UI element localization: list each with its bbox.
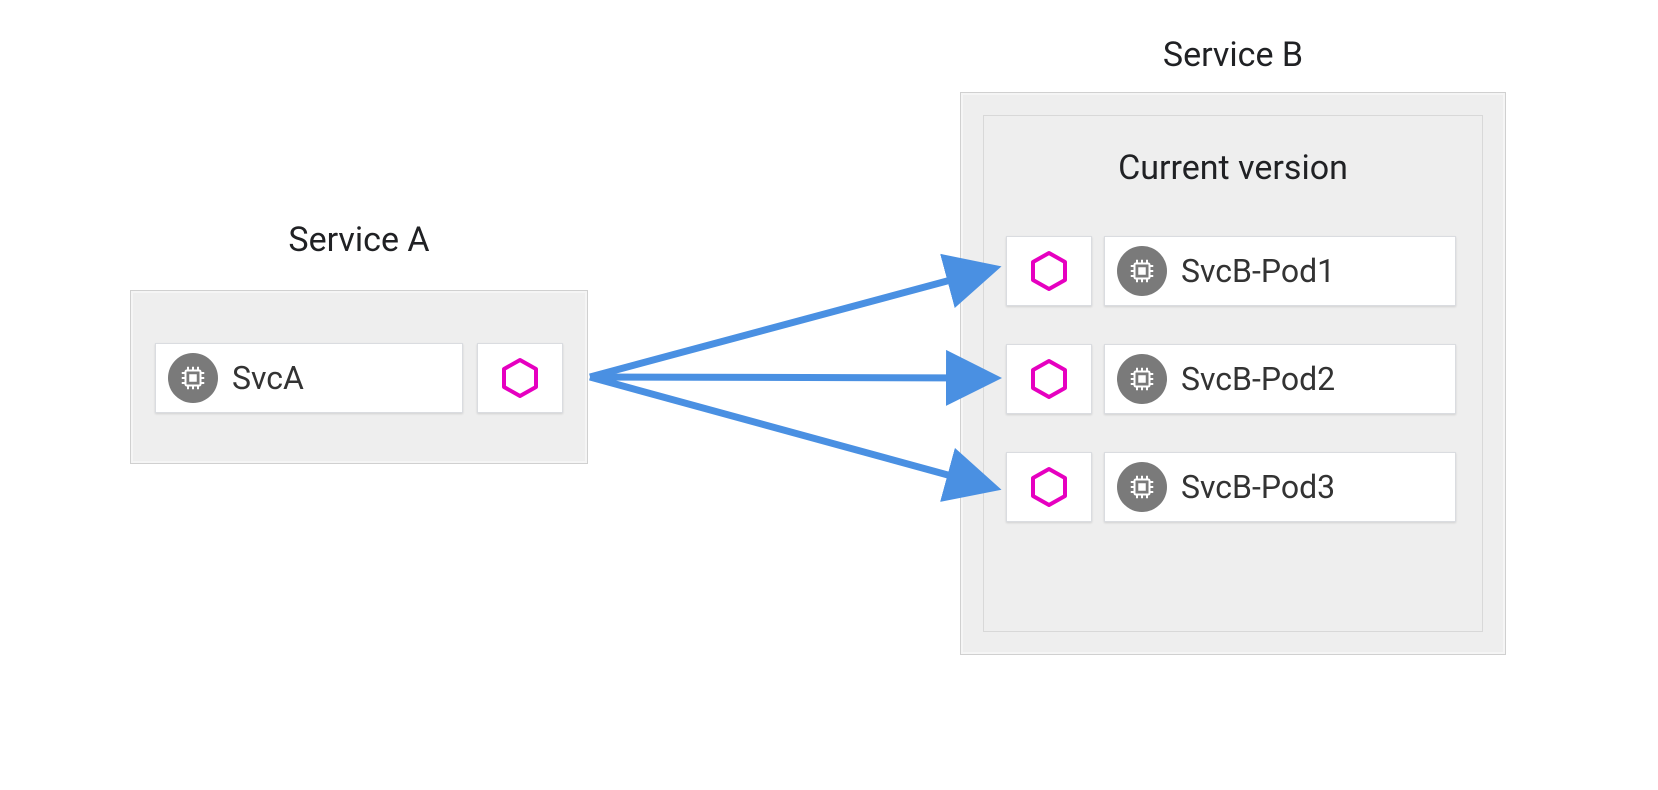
arrow-to-pod3 xyxy=(590,377,988,486)
svcb-pod3-card: SvcB-Pod3 xyxy=(1104,452,1456,522)
svcb-pod2-label: SvcB-Pod2 xyxy=(1181,360,1335,398)
hexagon-icon xyxy=(1027,249,1071,293)
hexagon-icon xyxy=(1027,465,1071,509)
current-version-box: Current version SvcB-Pod1 xyxy=(983,115,1483,632)
svcb-pod2-proxy-hex xyxy=(1006,344,1092,414)
svcb-pod1-proxy-hex xyxy=(1006,236,1092,306)
service-b-box: Current version SvcB-Pod1 xyxy=(960,92,1506,655)
chip-icon xyxy=(1117,462,1167,512)
arrow-to-pod1 xyxy=(590,270,988,377)
svca-proxy-hex xyxy=(477,343,563,413)
arrow-to-pod2 xyxy=(590,377,988,378)
service-a-box: SvcA xyxy=(130,290,588,464)
hexagon-icon xyxy=(498,356,542,400)
svcb-pod1-label: SvcB-Pod1 xyxy=(1181,252,1335,290)
chip-icon xyxy=(1117,246,1167,296)
service-a-title: Service A xyxy=(130,220,588,260)
svcb-pod2-card: SvcB-Pod2 xyxy=(1104,344,1456,414)
chip-icon xyxy=(1117,354,1167,404)
svcb-pod3-label: SvcB-Pod3 xyxy=(1181,468,1335,506)
svcb-pod3-proxy-hex xyxy=(1006,452,1092,522)
chip-icon xyxy=(168,353,218,403)
svca-pod-card: SvcA xyxy=(155,343,463,413)
current-version-title: Current version xyxy=(984,148,1482,188)
svcb-pod1-card: SvcB-Pod1 xyxy=(1104,236,1456,306)
service-b-title: Service B xyxy=(960,35,1506,75)
hexagon-icon xyxy=(1027,357,1071,401)
svca-pod-label: SvcA xyxy=(232,359,304,397)
